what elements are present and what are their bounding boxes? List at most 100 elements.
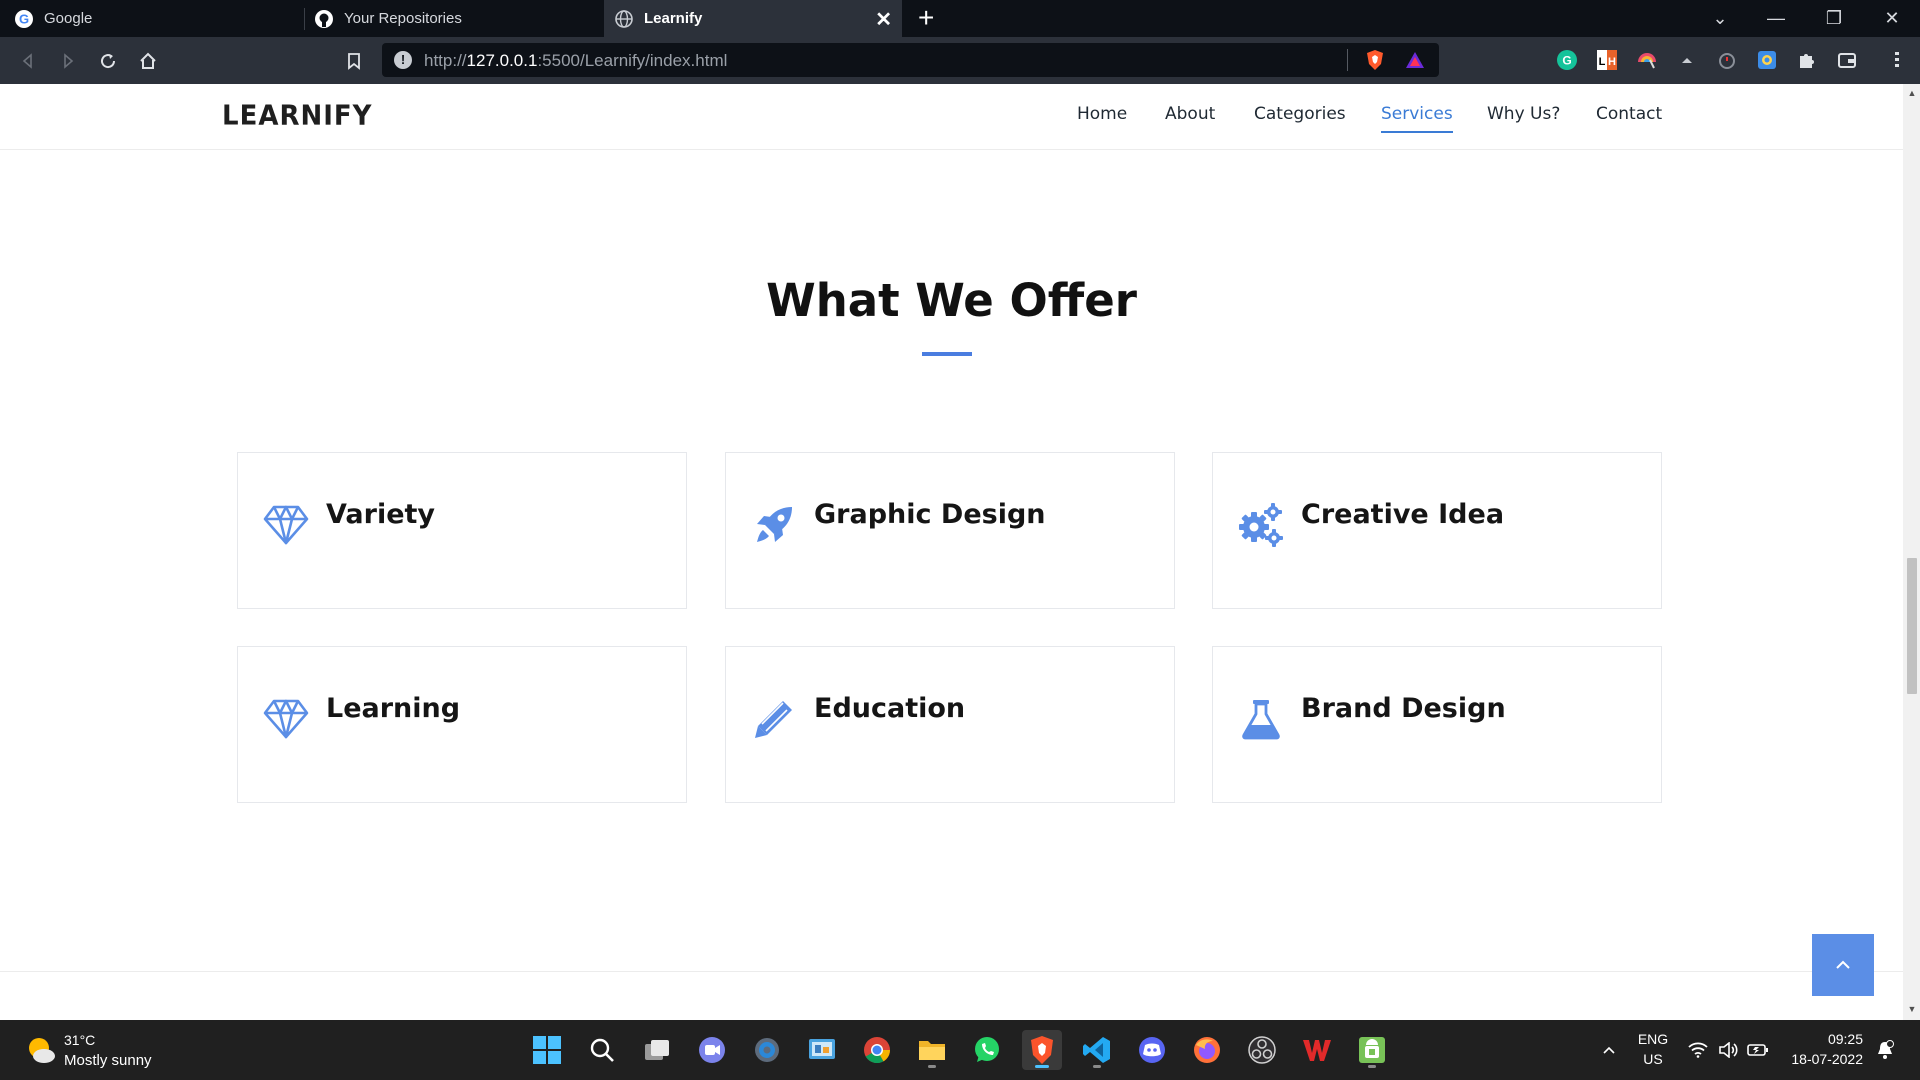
wifi-icon[interactable] (1687, 1040, 1709, 1060)
forward-button[interactable] (48, 37, 88, 84)
url-path: :5500/Learnify/index.html (537, 51, 728, 70)
diamond-icon (262, 695, 310, 743)
url-text[interactable]: http://127.0.0.1:5500/Learnify/index.htm… (424, 51, 727, 71)
brave-rewards-icon[interactable] (1404, 49, 1426, 71)
lighthouse-icon[interactable]: LH (1596, 49, 1618, 71)
restore-button[interactable]: ❐ (1806, 0, 1862, 37)
service-card-creative-idea[interactable]: Creative Idea (1212, 452, 1662, 609)
vscode-app[interactable] (1077, 1030, 1117, 1070)
wps-office-app[interactable] (1297, 1030, 1337, 1070)
task-view-button[interactable] (637, 1030, 677, 1070)
tab-google[interactable]: G Google (14, 0, 304, 37)
svg-text:G: G (1562, 54, 1571, 68)
notifications-bell-icon[interactable] (1874, 1040, 1896, 1060)
language-indicator[interactable]: ENG (1637, 1031, 1669, 1047)
weather-temperature[interactable]: 31°C (64, 1032, 95, 1048)
control-panel-icon (809, 1039, 835, 1059)
clock-time[interactable]: 09:25 (1783, 1031, 1863, 1047)
service-card-learning[interactable]: Learning (237, 646, 687, 803)
caret-up-icon[interactable] (1676, 49, 1698, 71)
screen-capture-icon[interactable] (1756, 49, 1778, 71)
minimize-button[interactable]: — (1748, 0, 1804, 37)
site-header: LEARNIFY Home About Categories Services … (0, 84, 1903, 150)
grammarly-icon[interactable]: G (1556, 49, 1578, 71)
nav-home[interactable]: Home (1077, 104, 1127, 131)
nav-why-us[interactable]: Why Us? (1487, 104, 1560, 131)
site-logo[interactable]: LEARNIFY (222, 100, 373, 132)
brave-shields-icon[interactable] (1364, 49, 1386, 71)
task-view-icon (645, 1040, 669, 1060)
battery-icon[interactable] (1747, 1040, 1769, 1060)
service-card-variety[interactable]: Variety (237, 452, 687, 609)
region-indicator[interactable]: US (1637, 1051, 1669, 1067)
chrome-app[interactable] (857, 1030, 897, 1070)
firefox-app[interactable] (1187, 1030, 1227, 1070)
clock-date[interactable]: 18-07-2022 (1783, 1051, 1863, 1067)
service-card-brand-design[interactable]: Brand Design (1212, 646, 1662, 803)
reload-button[interactable] (88, 37, 128, 84)
service-card-title: Variety (326, 499, 436, 530)
back-to-top-button[interactable] (1812, 934, 1874, 996)
discord-app[interactable] (1132, 1030, 1172, 1070)
service-card-title: Creative Idea (1301, 499, 1505, 530)
scroll-thumb[interactable] (1907, 558, 1917, 694)
whatsapp-icon (975, 1037, 999, 1062)
site-info-icon[interactable]: ! (394, 51, 412, 69)
obs-studio-app[interactable] (1242, 1030, 1282, 1070)
back-button[interactable] (8, 37, 48, 84)
gears-icon (1237, 501, 1285, 549)
scroll-down-arrow-icon[interactable]: ▼ (1907, 1004, 1917, 1014)
url-divider (1347, 49, 1348, 71)
whatsapp-app[interactable] (967, 1030, 1007, 1070)
running-indicator (1093, 1065, 1101, 1068)
home-button[interactable] (128, 37, 168, 84)
settings-gear-icon (755, 1038, 779, 1062)
android-studio-app[interactable] (1352, 1030, 1392, 1070)
weather-sun-icon[interactable] (24, 1033, 58, 1067)
close-tab-icon[interactable]: ✕ (875, 7, 892, 32)
nav-contact[interactable]: Contact (1596, 104, 1662, 131)
svg-text:H: H (1608, 56, 1616, 68)
chevron-up-icon (1836, 960, 1850, 969)
show-hidden-icons-chevron-icon[interactable] (1598, 1040, 1620, 1060)
color-picker-icon[interactable] (1636, 49, 1658, 71)
service-card-education[interactable]: Education (725, 646, 1175, 803)
tab-search-chevron-icon[interactable]: ⌄ (1692, 0, 1748, 37)
service-card-graphic-design[interactable]: Graphic Design (725, 452, 1175, 609)
tab-your-repositories[interactable]: Your Repositories (314, 0, 604, 37)
nav-services[interactable]: Services (1381, 104, 1453, 133)
file-explorer-app[interactable] (912, 1030, 952, 1070)
diamond-icon (262, 501, 310, 549)
taskbar-search-button[interactable] (582, 1030, 622, 1070)
start-button[interactable] (527, 1030, 567, 1070)
service-card-title: Education (814, 693, 966, 724)
settings-app[interactable] (747, 1030, 787, 1070)
tab-label: Your Repositories (344, 10, 462, 27)
brave-browser-app[interactable] (1022, 1030, 1062, 1070)
control-panel-app[interactable] (802, 1030, 842, 1070)
close-window-button[interactable]: ✕ (1864, 0, 1920, 37)
teams-chat-app[interactable] (692, 1030, 732, 1070)
scroll-up-arrow-icon[interactable]: ▲ (1907, 88, 1917, 98)
browser-menu-icon[interactable] (1886, 49, 1908, 71)
github-icon (314, 9, 334, 29)
volume-icon[interactable] (1717, 1040, 1739, 1060)
nav-categories[interactable]: Categories (1254, 104, 1346, 131)
page-scrollbar[interactable]: ▲ ▼ (1903, 84, 1920, 1020)
chat-icon (699, 1037, 725, 1063)
svg-text:G: G (19, 11, 29, 26)
bookmark-button[interactable] (334, 37, 374, 84)
pencil-icon (750, 695, 798, 743)
address-bar[interactable]: ! http://127.0.0.1:5500/Learnify/index.h… (382, 43, 1439, 77)
tab-learnify[interactable]: Learnify ✕ (604, 0, 902, 37)
weather-description[interactable]: Mostly sunny (64, 1052, 152, 1069)
wallet-icon[interactable] (1836, 49, 1858, 71)
url-prefix: http:// (424, 51, 467, 70)
extensions-puzzle-icon[interactable] (1796, 49, 1818, 71)
new-tab-button[interactable]: + (918, 2, 934, 34)
firefox-icon (1194, 1037, 1220, 1063)
flask-icon (1237, 695, 1285, 743)
active-indicator (1035, 1065, 1049, 1068)
timer-extension-icon[interactable] (1716, 49, 1738, 71)
nav-about[interactable]: About (1165, 104, 1215, 131)
